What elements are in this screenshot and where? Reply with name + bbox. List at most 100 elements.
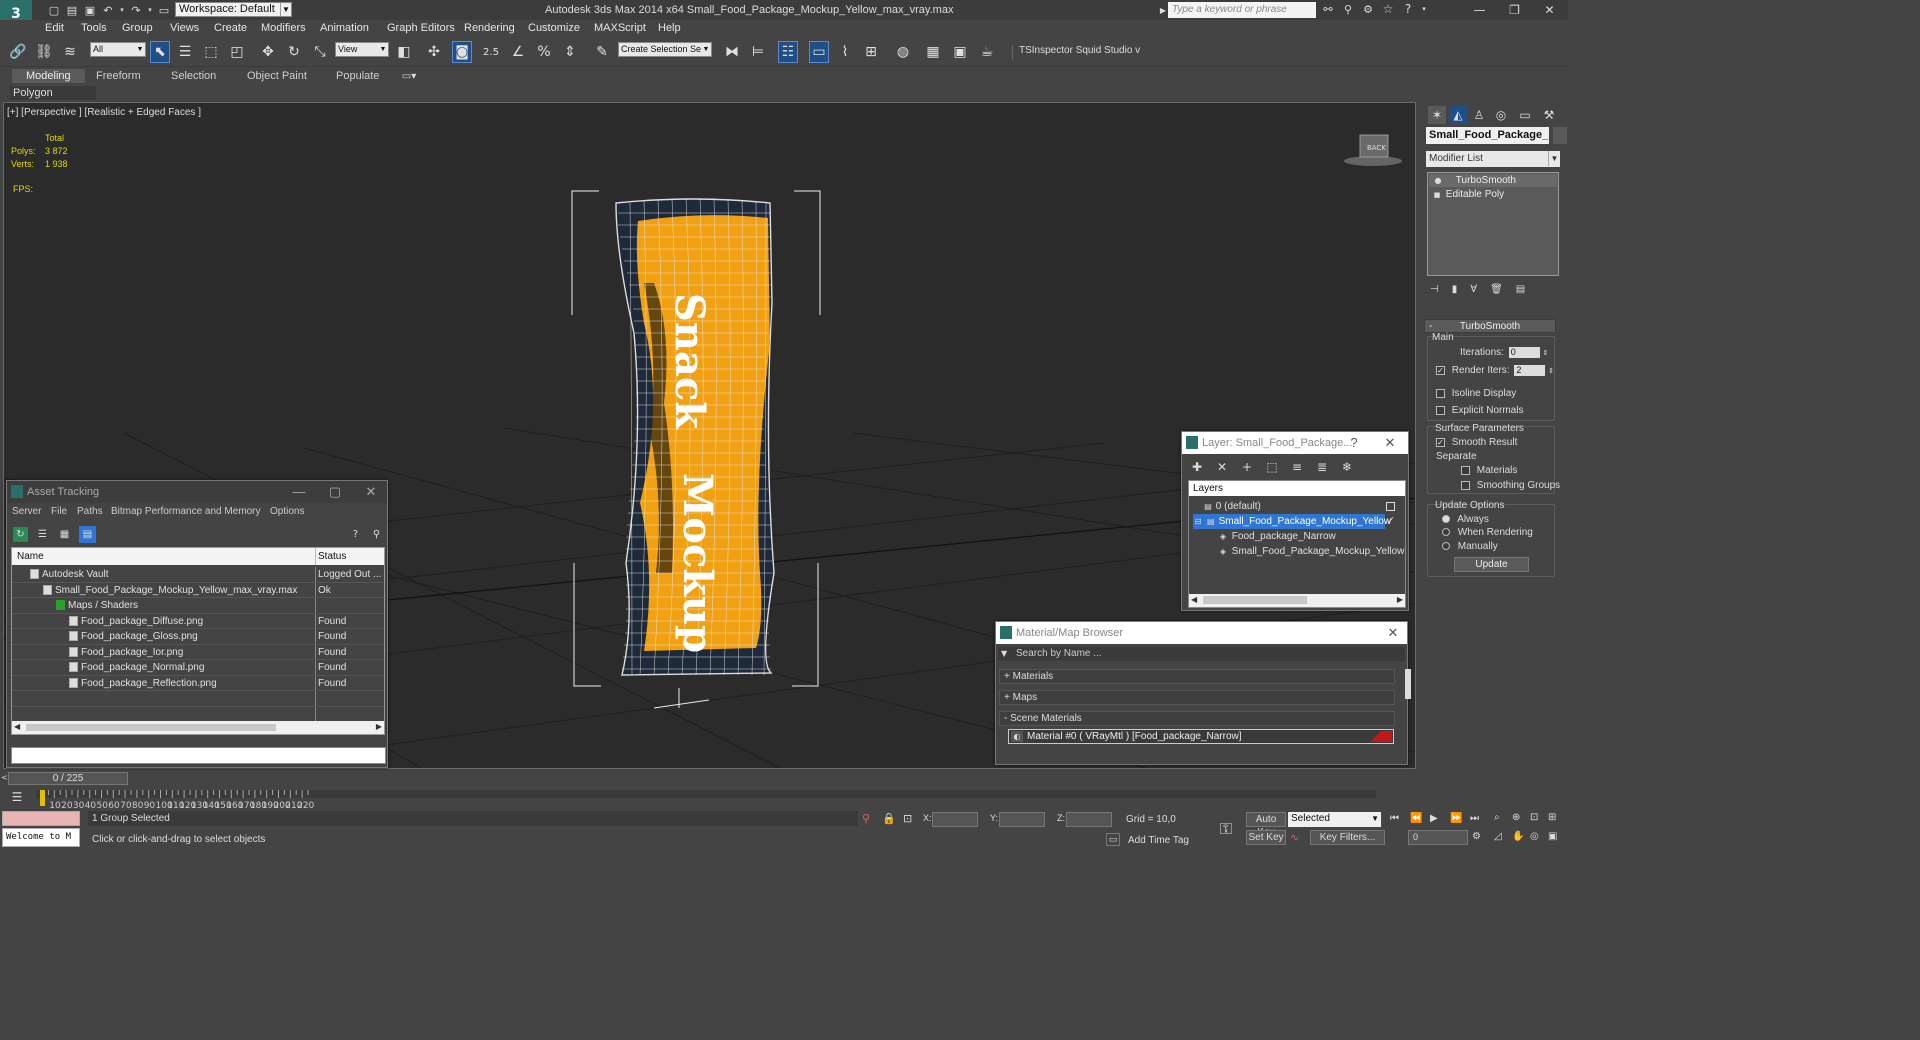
highlight-selected-icon[interactable]: ≡ [1288,460,1306,474]
freeze-unfreeze-all-icon[interactable]: ❄ [1338,460,1356,474]
minimize-icon[interactable]: — [287,481,311,503]
select-layer-objects-icon[interactable]: ⬚ [1263,460,1281,474]
snaps-toggle-icon[interactable]: 2.5 [481,41,501,63]
isolate-selection-icon[interactable]: ⚲ [862,812,870,825]
project-folder-icon[interactable]: ▭ [156,2,172,18]
edit-named-selection-icon[interactable]: ✎ [592,41,612,63]
separate-smoothing-groups-checkbox[interactable] [1461,480,1470,490]
menu-graph-editors[interactable]: Graph Editors [387,22,455,34]
tab-selection[interactable]: Selection [171,70,216,82]
remove-modifier-icon[interactable]: 🗑 [1490,284,1503,295]
angle-snap-icon[interactable]: ∠ [508,41,528,63]
curve-editor-icon[interactable]: ⌇ [835,41,855,63]
toggle-ribbon-icon[interactable]: ▭ [809,41,829,63]
current-layer-check-icon[interactable]: ✓ [1386,514,1395,527]
go-to-start-icon[interactable]: ⏮ [1390,813,1399,824]
detail-view-icon[interactable]: ▤ [79,526,96,543]
menu-options[interactable]: Options [270,506,304,517]
time-slider-thumb[interactable]: 0 / 225 [8,772,128,785]
selection-filter-dropdown[interactable]: All ▼ [90,42,146,57]
maximize-viewport-icon[interactable]: ▣ [1548,831,1557,842]
binoculars-icon[interactable]: ⚯ [1320,1,1336,17]
menu-maxscript[interactable]: MAXScript [594,22,646,34]
layers-column-header[interactable]: Layers [1189,481,1405,496]
menu-help[interactable]: Help [658,22,681,34]
set-key-button[interactable]: Set Key [1246,830,1286,845]
smooth-result-checkbox[interactable]: ✓ [1436,437,1445,447]
select-by-name-icon[interactable]: ☰ [175,41,195,63]
help-icon[interactable]: ? [1400,1,1416,17]
restore-icon[interactable]: ❐ [1497,0,1532,20]
viewport-label[interactable]: [+] [Perspective ] [Realistic + Edged Fa… [7,107,201,118]
time-slider-track[interactable]: < > [0,771,1568,786]
material-search-input[interactable]: ▼ Search by Name ... [998,647,1405,661]
table-row[interactable]: Small_Food_Package_Mockup_Yellow_max_vra… [12,582,384,598]
select-and-link-icon[interactable]: 🔗 [8,41,28,63]
add-time-tag[interactable]: Add Time Tag [1128,835,1189,846]
next-frame-icon[interactable]: ⏩ [1450,813,1462,824]
menu-group[interactable]: Group [122,22,153,34]
configure-modifier-sets-icon[interactable]: ▤ [1516,284,1525,295]
asset-path-field[interactable] [11,747,386,764]
new-file-icon[interactable]: ▢ [46,2,62,18]
zoom-icon[interactable]: ⌕ [1494,812,1500,823]
favorites-star-icon[interactable]: ☆ [1380,1,1396,17]
horizontal-scrollbar[interactable]: ◀ ▶ [12,721,384,734]
mirror-icon[interactable]: ⧓ [722,41,742,63]
material-browser-titlebar[interactable]: Material/Map Browser ✕ [996,622,1407,644]
zoom-extents-all-icon[interactable]: ⊞ [1548,812,1556,823]
help-icon[interactable]: ? [348,527,363,542]
table-row[interactable]: Food_package_Normal.png Found [12,660,384,676]
group-scene-materials[interactable]: - Scene Materials [999,711,1395,726]
menu-modifiers[interactable]: Modifiers [261,22,306,34]
bind-space-warp-icon[interactable]: ≋ [60,41,80,63]
modifier-list-dropdown[interactable]: Modifier List ▼ [1426,151,1560,167]
table-row[interactable]: Maps / Shaders [12,598,384,614]
modify-panel-icon[interactable]: ◭ [1449,106,1467,124]
search-options-icon[interactable]: ▼ [1001,647,1007,661]
window-crossing-icon[interactable]: ◰ [227,41,247,63]
spinner-arrows-icon[interactable]: ⇕ [1542,350,1548,357]
zoom-all-icon[interactable]: ⊕ [1512,812,1520,823]
list-view-icon[interactable]: ☰ [35,527,50,542]
expand-search-icon[interactable]: ▶ [1158,2,1168,18]
make-unique-icon[interactable]: ∀ [1470,284,1477,295]
iterations-spinner[interactable]: 0 [1508,347,1540,358]
unlink-icon[interactable]: ⛓ [34,41,54,63]
render-setup-icon[interactable]: ▦ [923,41,943,63]
layer-window-titlebar[interactable]: Layer: Small_Food_Package... ? ✕ [1182,432,1408,454]
save-file-icon[interactable]: ▣ [82,2,98,18]
previous-frame-icon[interactable]: ⏪ [1410,813,1422,824]
utilities-panel-icon[interactable]: ⚒ [1540,106,1558,124]
stack-item-turbosmooth[interactable]: ● TurboSmooth [1429,174,1557,187]
close-icon[interactable]: ✕ [1381,622,1405,644]
auto-key-button[interactable]: Auto Key [1246,812,1286,838]
stack-item-editable-poly[interactable]: ■ Editable Poly [1429,188,1557,201]
workspace-dropdown[interactable]: Workspace: Default ▼ [175,2,292,17]
material-entry[interactable]: ◐ Material #0 ( VRayMtl ) [Food_package_… [1008,729,1394,744]
scroll-thumb[interactable] [26,724,276,731]
select-and-rotate-icon[interactable]: ↻ [284,41,304,63]
explicit-normals-checkbox[interactable] [1436,405,1445,415]
table-row[interactable]: Food_package_Reflection.png Found [12,675,384,691]
help-dropdown-icon[interactable]: ▾ [1420,1,1428,17]
table-row[interactable] [12,691,384,707]
hide-unhide-all-icon[interactable]: ≣ [1313,460,1331,474]
current-frame-field[interactable]: 0 [1408,830,1468,845]
separate-materials-checkbox[interactable] [1461,465,1470,475]
menu-customize[interactable]: Customize [528,22,580,34]
close-icon[interactable]: ✕ [1532,0,1567,20]
expand-icon[interactable]: ⊟ [1193,514,1203,529]
tab-freeform[interactable]: Freeform [96,70,141,82]
render-iters-spinner[interactable]: 2 [1514,365,1546,376]
communication-center-icon[interactable]: ⚲ [1340,1,1356,17]
help-icon[interactable]: ? [1342,432,1366,454]
motion-panel-icon[interactable]: ◎ [1492,106,1510,124]
spinner-arrows-icon[interactable]: ⇕ [1548,368,1554,375]
column-status[interactable]: Status [318,548,384,565]
scroll-left-icon[interactable]: < [1,773,8,782]
plugin-toolbar-labels[interactable]: TSInspector Squid Studio v [1012,45,1140,60]
key-set-dropdown[interactable]: Selected ▼ [1288,812,1381,827]
hierarchy-panel-icon[interactable]: ♙ [1470,106,1488,124]
time-tag-icon[interactable]: ▭ [1106,833,1120,846]
